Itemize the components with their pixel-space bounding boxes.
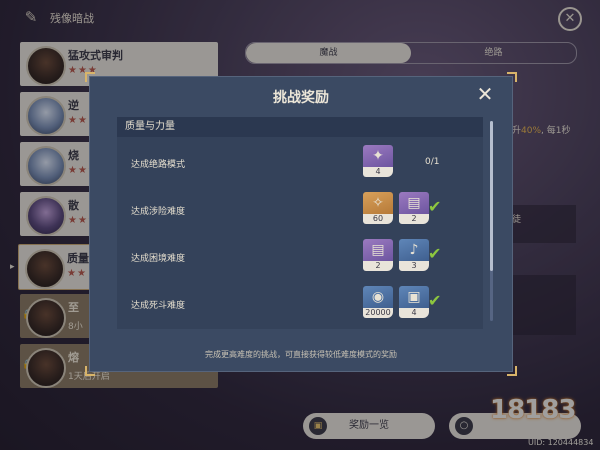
row-label: 达成困境难度 xyxy=(131,254,186,264)
reward-item[interactable]: ✦ 4 xyxy=(363,145,393,177)
corner-ornament xyxy=(85,366,95,376)
corner-ornament xyxy=(85,72,95,82)
corner-ornament xyxy=(507,72,517,82)
reward-item[interactable]: ▤ 2 xyxy=(399,192,429,224)
challenge-reward-dialog: 挑战奖励 ✕ 质量与力量 达成绝路模式 ✦ 4 0/1 达成涉险难度 ✧ 60 … xyxy=(85,72,517,376)
check-icon: ✔ xyxy=(428,291,442,310)
item-quantity: 4 xyxy=(399,308,429,318)
check-icon: ✔ xyxy=(428,197,442,216)
reward-item[interactable]: ▣ 4 xyxy=(399,286,429,318)
item-quantity: 2 xyxy=(399,214,429,224)
feather-material-icon: ♪ xyxy=(409,242,419,258)
item-quantity: 20000 xyxy=(363,308,393,318)
dialog-footnote: 完成更高难度的挑战，可直接获得较低难度模式的奖励 xyxy=(205,350,397,359)
item-quantity: 2 xyxy=(363,261,393,271)
book-icon: ▤ xyxy=(407,195,421,211)
item-quantity: 3 xyxy=(399,261,429,271)
row-label: 达成绝路模式 xyxy=(131,160,186,170)
crystal-icon: ✦ xyxy=(372,148,384,164)
book-icon: ▤ xyxy=(371,242,385,258)
book-icon: ▣ xyxy=(407,289,421,305)
primogem-icon: ✧ xyxy=(372,195,384,211)
reward-item[interactable]: ▤ 2 xyxy=(363,239,393,271)
mora-coin-icon: ◉ xyxy=(371,289,385,305)
close-icon[interactable]: ✕ xyxy=(474,83,496,105)
item-quantity: 60 xyxy=(363,214,393,224)
item-quantity: 4 xyxy=(363,167,393,177)
scrollbar-thumb[interactable] xyxy=(490,121,493,271)
row-progress: 0/1 xyxy=(425,157,440,167)
section-header: 质量与力量 xyxy=(117,117,483,137)
dialog-title: 挑战奖励 xyxy=(273,90,329,106)
reward-item[interactable]: ◉ 20000 xyxy=(363,286,393,318)
reward-list: 质量与力量 达成绝路模式 ✦ 4 0/1 达成涉险难度 ✧ 60 ▤ 2 ✔ 达… xyxy=(117,117,483,329)
row-label: 达成涉险难度 xyxy=(131,207,186,217)
row-label: 达成死斗难度 xyxy=(131,301,186,311)
reward-item[interactable]: ♪ 3 xyxy=(399,239,429,271)
corner-ornament xyxy=(507,366,517,376)
reward-item[interactable]: ✧ 60 xyxy=(363,192,393,224)
check-icon: ✔ xyxy=(428,244,442,263)
